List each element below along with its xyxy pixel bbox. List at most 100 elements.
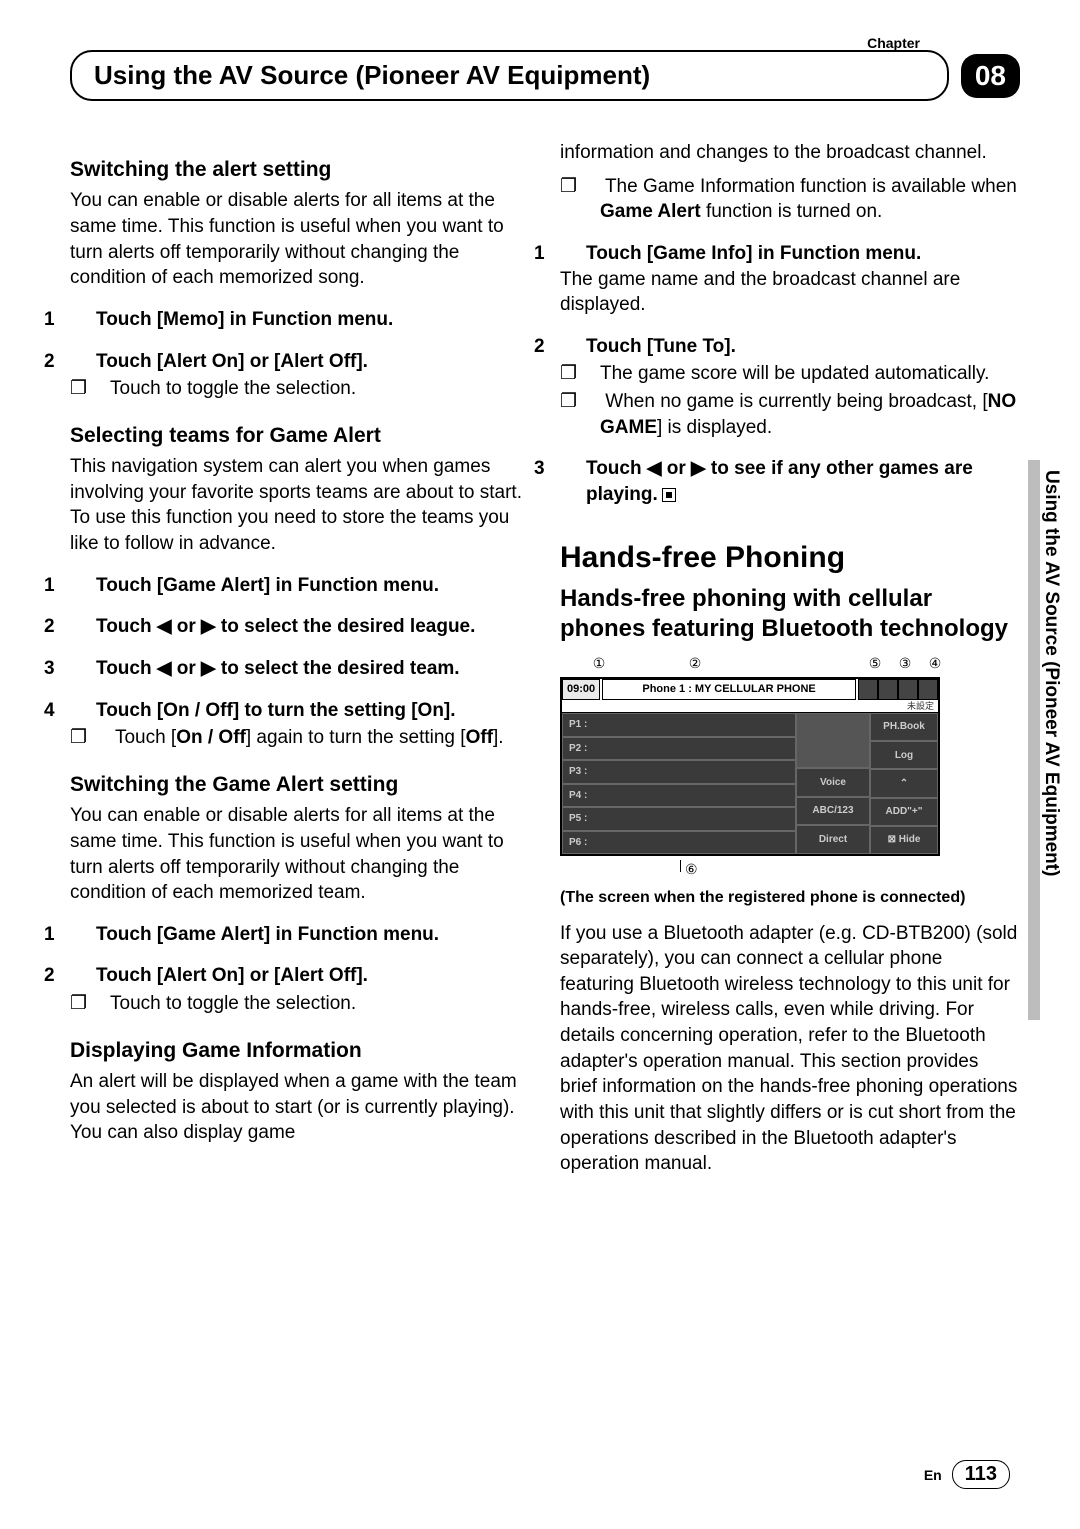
note-text: ] is displayed.: [657, 417, 772, 438]
step-text: Touch [Alert On] or [Alert Off].: [96, 965, 368, 986]
callout-6: ⑥: [560, 856, 1020, 879]
step-text: Touch [Alert On] or [Alert Off].: [96, 351, 368, 372]
step: 3Touch ◀ or ▶ to see if any other games …: [560, 456, 1020, 507]
paragraph: If you use a Bluetooth adapter (e.g. CD-…: [560, 921, 1020, 1177]
page-header: Chapter Using the AV Source (Pioneer AV …: [70, 50, 1020, 101]
subhead-switch-alert: Switching the alert setting: [70, 156, 530, 184]
page-number: 113: [952, 1460, 1010, 1489]
step-text: Touch [On / Off] to turn the setting [On…: [96, 700, 456, 721]
phone-device-name: Phone 1 : MY CELLULAR PHONE: [602, 679, 856, 700]
chapter-label: Chapter: [867, 35, 920, 51]
side-tab-text: Using the AV Source (Pioneer AV Equipmen…: [1040, 460, 1062, 1020]
callout-4: ④: [920, 654, 950, 673]
footer-language: En: [924, 1467, 942, 1483]
log-button[interactable]: Log: [870, 741, 938, 769]
preset-button[interactable]: P2 :: [562, 737, 796, 761]
right-column: information and changes to the broadcast…: [560, 136, 1020, 1185]
callout-5: ⑤: [860, 654, 890, 673]
callout-1: ①: [578, 654, 620, 673]
callouts-top: ① ② ⑤ ③ ④: [560, 654, 1020, 677]
title-bar: Using the AV Source (Pioneer AV Equipmen…: [70, 50, 1020, 101]
note-text: When no game is currently being broadcas…: [605, 391, 987, 412]
paragraph: This navigation system can alert you whe…: [70, 454, 530, 557]
step-text: Touch ◀ or ▶ to select the desired leagu…: [96, 616, 475, 637]
paragraph: The game name and the broadcast channel …: [560, 267, 1020, 318]
phbook-button[interactable]: PH.Book: [870, 713, 938, 741]
note: The game score will be updated automatic…: [560, 361, 1020, 387]
step-text: Touch [Memo] in Function menu.: [96, 309, 393, 330]
step: 1Touch [Memo] in Function menu.: [70, 307, 530, 333]
note-text: The game score will be updated automatic…: [600, 363, 989, 384]
step: 2Touch [Alert On] or [Alert Off].: [70, 963, 530, 989]
note: Touch to toggle the selection.: [70, 376, 530, 402]
paragraph: You can enable or disable alerts for all…: [70, 803, 530, 906]
phone-screen-figure: ① ② ⑤ ③ ④ 09:00 Phone 1 : MY CELLULAR PH…: [560, 654, 1020, 879]
content-columns: Switching the alert setting You can enab…: [70, 136, 1020, 1185]
subhead-select-teams: Selecting teams for Game Alert: [70, 422, 530, 450]
preset-button[interactable]: P4 :: [562, 784, 796, 808]
preset-button[interactable]: P1 :: [562, 713, 796, 737]
voice-button[interactable]: Voice: [796, 768, 870, 797]
note-text: Touch to toggle the selection.: [110, 993, 356, 1014]
note: Touch [On / Off] again to turn the setti…: [70, 725, 530, 751]
subheading-bluetooth: Hands-free phoning with cellular phones …: [560, 584, 1020, 644]
note-text: Touch to toggle the selection.: [110, 378, 356, 399]
paragraph: information and changes to the broadcast…: [560, 140, 1020, 166]
step: 1Touch [Game Alert] in Function menu.: [70, 922, 530, 948]
note: The Game Information function is availab…: [560, 174, 1020, 225]
note-text: function is turned on.: [701, 201, 883, 222]
direct-button[interactable]: Direct: [796, 825, 870, 854]
up-button[interactable]: ⌃: [870, 769, 938, 797]
side-tab: Using the AV Source (Pioneer AV Equipmen…: [1040, 460, 1080, 1020]
abc123-button[interactable]: ABC/123: [796, 797, 870, 826]
step: 2Touch [Alert On] or [Alert Off].: [70, 349, 530, 375]
step-text: Touch ◀ or ▶ to see if any other games a…: [586, 458, 973, 505]
preset-button[interactable]: P3 :: [562, 760, 796, 784]
note-bold: Off: [466, 727, 493, 748]
step-text: Touch [Game Info] in Function menu.: [586, 243, 921, 264]
figure-caption: (The screen when the registered phone is…: [560, 887, 1020, 909]
step: 2Touch [Tune To].: [560, 334, 1020, 360]
step-text: Touch [Game Alert] in Function menu.: [96, 575, 439, 596]
add-button[interactable]: ADD"+": [870, 798, 938, 826]
note-text: The Game Information function is availab…: [605, 176, 1017, 197]
side-tab-accent: [1028, 460, 1040, 1020]
note-text: Touch [: [115, 727, 176, 748]
preset-button[interactable]: P6 :: [562, 831, 796, 855]
step: 1Touch [Game Alert] in Function menu.: [70, 573, 530, 599]
note-bold: Game Alert: [600, 201, 701, 222]
preset-button[interactable]: P5 :: [562, 807, 796, 831]
step: 2Touch ◀ or ▶ to select the desired leag…: [70, 614, 530, 640]
page-title: Using the AV Source (Pioneer AV Equipmen…: [70, 50, 949, 101]
step: 1Touch [Game Info] in Function menu.: [560, 241, 1020, 267]
hide-button[interactable]: ⊠ Hide: [870, 826, 938, 854]
paragraph: You can enable or disable alerts for all…: [70, 188, 530, 291]
paragraph: An alert will be displayed when a game w…: [70, 1069, 530, 1146]
step-text: Touch [Game Alert] in Function menu.: [96, 924, 439, 945]
phone-blank: [796, 713, 870, 768]
subhead-display-game-info: Displaying Game Information: [70, 1037, 530, 1065]
chapter-number-badge: 08: [961, 54, 1020, 98]
phone-right-buttons: PH.Book Log ⌃ ADD"+" ⊠ Hide: [870, 713, 938, 854]
note: When no game is currently being broadcas…: [560, 389, 1020, 440]
phone-clock: 09:00: [562, 679, 600, 700]
callout-2: ②: [620, 654, 770, 673]
step: 3Touch ◀ or ▶ to select the desired team…: [70, 656, 530, 682]
phone-status-icons: [858, 679, 938, 700]
phone-presets: P1 : P2 : P3 : P4 : P5 : P6 :: [562, 713, 796, 854]
subhead-switch-game-alert: Switching the Game Alert setting: [70, 771, 530, 799]
section-end-icon: [662, 488, 676, 502]
step: 4Touch [On / Off] to turn the setting [O…: [70, 698, 530, 724]
note-text: ].: [493, 727, 504, 748]
callout-3: ③: [890, 654, 920, 673]
note: Touch to toggle the selection.: [70, 991, 530, 1017]
heading-hands-free: Hands-free Phoning: [560, 538, 1020, 579]
phone-status-text: 未設定: [562, 700, 938, 713]
phone-mid-buttons: Voice ABC/123 Direct: [796, 713, 870, 854]
note-text: ] again to turn the setting [: [246, 727, 466, 748]
step-text: Touch [Tune To].: [586, 336, 736, 357]
phone-screen: 09:00 Phone 1 : MY CELLULAR PHONE 未設定 P1…: [560, 677, 940, 856]
note-bold: On / Off: [176, 727, 246, 748]
step-text: Touch ◀ or ▶ to select the desired team.: [96, 658, 460, 679]
left-column: Switching the alert setting You can enab…: [70, 136, 530, 1185]
